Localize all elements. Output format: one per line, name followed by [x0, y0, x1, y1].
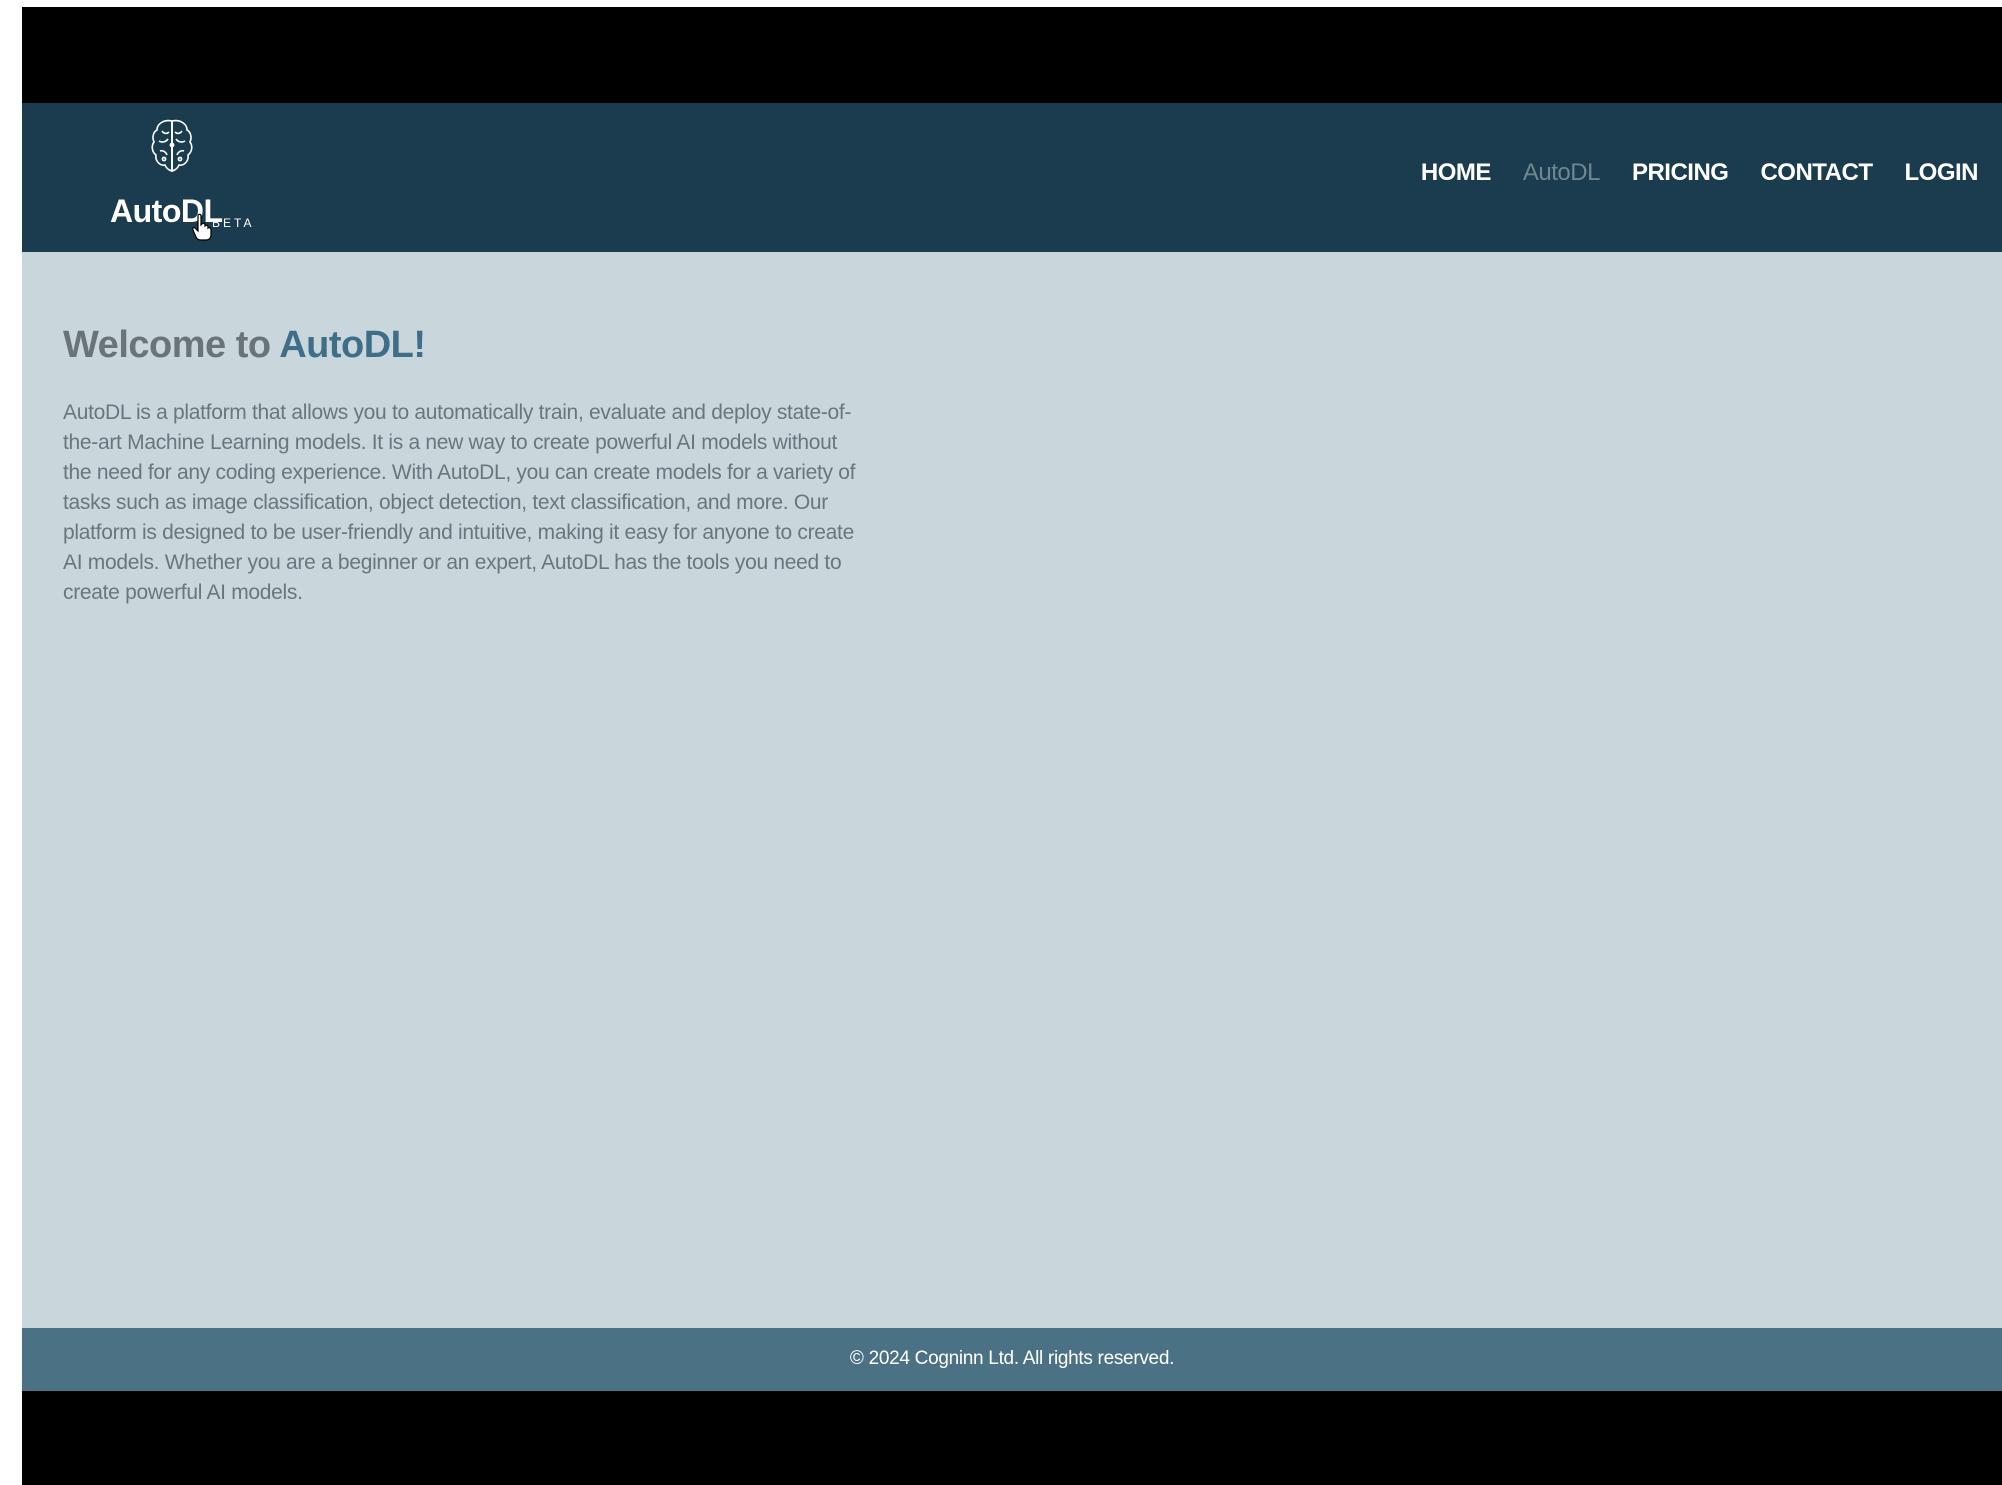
welcome-prefix: Welcome to: [63, 324, 280, 366]
site-footer: © 2024 Cogninn Ltd. All rights reserved.: [22, 1328, 2002, 1391]
site-header: AutoDL BETA HOME AutoDL PRICING CONTACT …: [22, 103, 2002, 252]
nav-autodl[interactable]: AutoDL: [1523, 159, 1601, 187]
brain-icon: [151, 119, 193, 172]
nav-home[interactable]: HOME: [1421, 159, 1492, 187]
intro-paragraph: AutoDL is a platform that allows you to …: [63, 401, 856, 604]
nav-contact[interactable]: CONTACT: [1760, 159, 1873, 187]
hand-pointer-cursor-icon: [192, 213, 212, 241]
main-nav: HOME AutoDL PRICING CONTACT LOGIN: [1421, 159, 1979, 187]
page-frame: AutoDL BETA HOME AutoDL PRICING CONTACT …: [0, 0, 2002, 1485]
nav-login[interactable]: LOGIN: [1905, 159, 1979, 187]
main-content: Welcome to AutoDL! AutoDL is a platform …: [22, 252, 2002, 1328]
browser-viewport: AutoDL BETA HOME AutoDL PRICING CONTACT …: [22, 7, 2002, 1485]
beta-badge: BETA: [212, 216, 255, 230]
copyright-text: © 2024 Cogninn Ltd. All rights reserved.: [849, 1348, 1175, 1369]
nav-pricing[interactable]: PRICING: [1632, 159, 1729, 187]
welcome-brand: AutoDL!: [279, 324, 426, 366]
page-title: Welcome to AutoDL!: [63, 324, 426, 367]
